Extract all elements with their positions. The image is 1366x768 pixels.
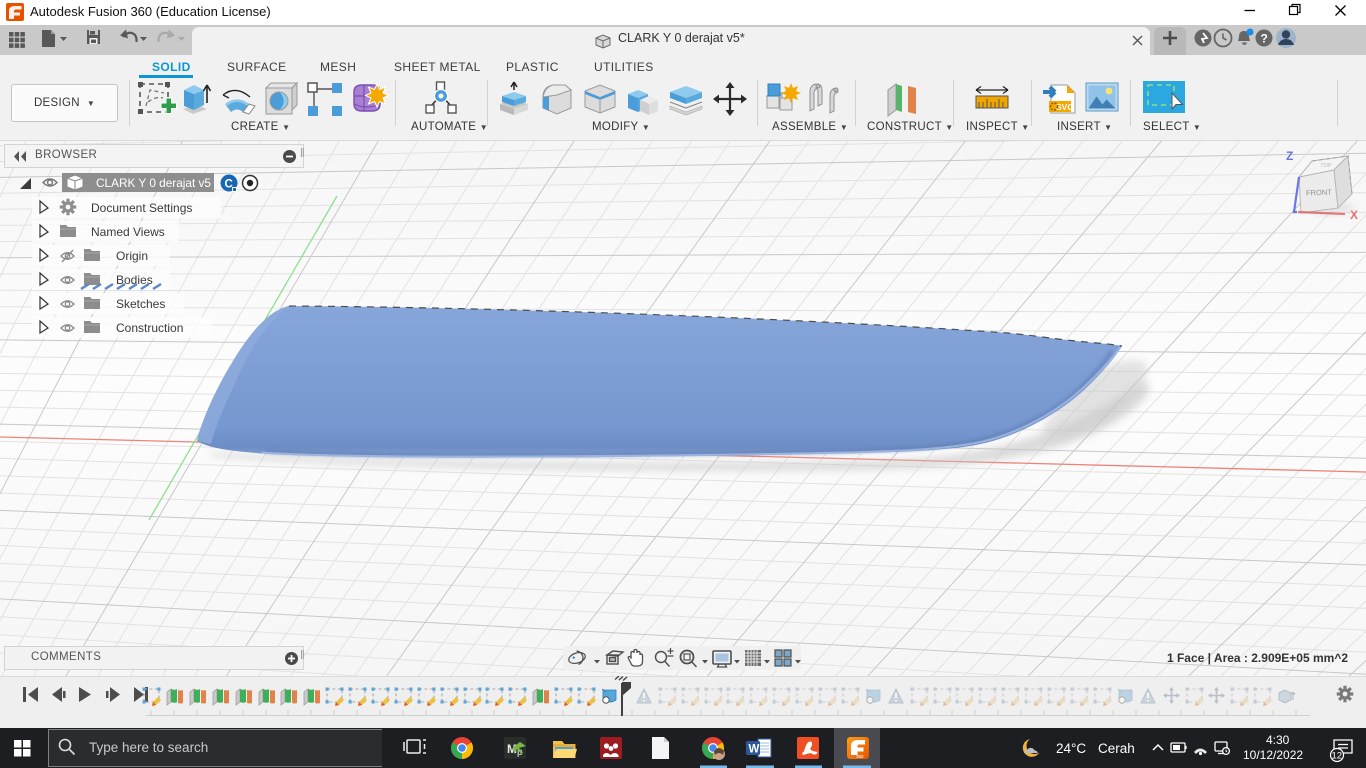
svg-text:Z: Z (1286, 149, 1293, 163)
svg-text:W: W (749, 744, 760, 756)
svg-text:Cerah: Cerah (1098, 741, 1135, 756)
svg-text:?: ? (1261, 32, 1268, 46)
svg-text:CLARK Y 0 derajat v5: CLARK Y 0 derajat v5 (96, 176, 211, 190)
svg-text:Sketches: Sketches (116, 297, 165, 311)
svg-text:FRONT: FRONT (1306, 188, 1333, 198)
svg-text:Document Settings: Document Settings (91, 201, 192, 215)
svg-text:12: 12 (1332, 751, 1343, 762)
svg-text:Named Views: Named Views (91, 225, 165, 239)
svg-text:X: X (1350, 208, 1358, 222)
svg-text:4:30: 4:30 (1266, 733, 1290, 747)
svg-text:SVG: SVG (1056, 102, 1074, 112)
svg-text:10/12/2022: 10/12/2022 (1243, 748, 1303, 762)
svg-text:Construction: Construction (116, 321, 183, 335)
svg-text:24°C: 24°C (1056, 741, 1086, 756)
svg-text:CLARK Y 0 derajat v5*: CLARK Y 0 derajat v5* (618, 31, 745, 45)
svg-text:Origin: Origin (116, 249, 148, 263)
svg-text:TOP: TOP (1320, 163, 1332, 169)
svg-text:C: C (225, 179, 233, 191)
svg-text:360: 360 (856, 754, 864, 759)
